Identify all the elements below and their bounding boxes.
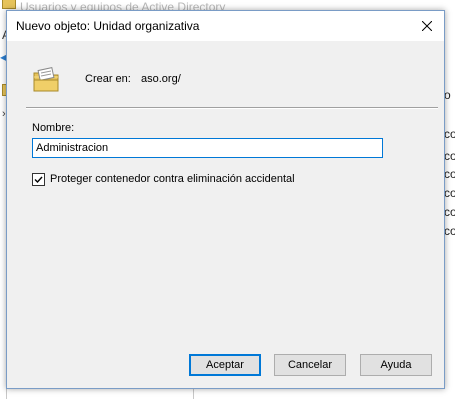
protect-checkbox-label: Proteger contenedor contra eliminación a… [50,173,295,185]
close-icon [422,21,432,31]
checkmark-icon [34,176,43,183]
organizational-unit-icon [33,67,59,92]
create-in-value: aso.org/ [141,73,181,85]
dialog-title: Nuevo objeto: Unidad organizativa [16,19,200,33]
divider [6,389,7,399]
close-button[interactable] [410,11,444,41]
protect-checkbox-row[interactable]: Proteger contenedor contra eliminación a… [32,172,295,186]
right-column-text: co [444,167,455,181]
protect-checkbox[interactable] [32,172,45,186]
right-column-text: co [444,127,455,141]
new-ou-dialog: Nuevo objeto: Unidad organizativa Crear … [6,10,445,389]
name-input[interactable] [32,138,383,158]
divider [193,389,194,399]
right-column-text: co [444,186,455,200]
right-column-text: o [444,88,451,102]
right-column-text: co [444,205,455,219]
cancel-button[interactable]: Cancelar [274,354,346,376]
right-column-text: co [444,224,455,238]
name-label: Nombre: [32,122,75,134]
create-in-label: Crear en: [85,73,131,85]
folder-icon [2,0,16,9]
right-column-text: co [444,149,455,163]
separator [26,107,438,109]
help-button[interactable]: Ayuda [360,354,432,376]
dialog-titlebar[interactable]: Nuevo objeto: Unidad organizativa [7,11,444,41]
accept-button[interactable]: Aceptar [189,354,261,376]
